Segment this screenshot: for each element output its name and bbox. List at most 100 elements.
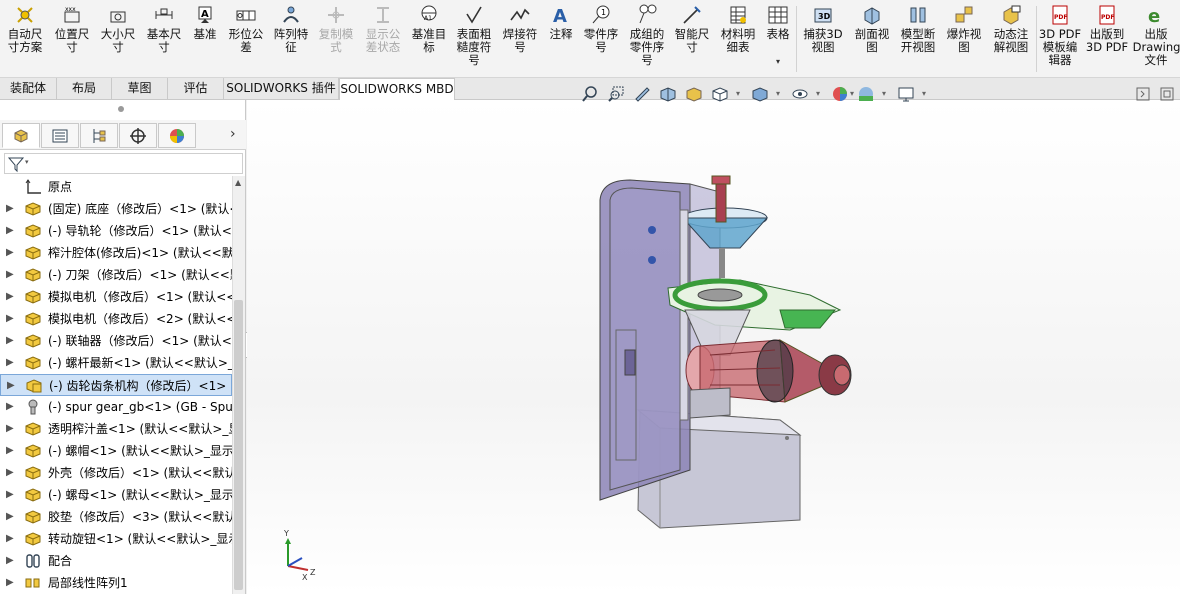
- restore-window-button[interactable]: [1134, 84, 1152, 104]
- tab-assembly[interactable]: 装配体: [0, 78, 57, 100]
- table-button[interactable]: 表格 ▾: [764, 4, 792, 68]
- bom-button[interactable]: 材料明 细表: [714, 4, 762, 54]
- expand-arrow-icon[interactable]: ▶: [6, 286, 16, 308]
- tree-item[interactable]: ▶ 胶垫（修改后）<3> (默认<<默认>_显示状态 1>): [0, 506, 232, 528]
- capture-3d-view-button[interactable]: 3D 捕获3D 视图: [800, 4, 846, 54]
- table-dropdown-icon[interactable]: ▾: [776, 55, 780, 68]
- dimxpert-manager-tab[interactable]: [119, 123, 157, 148]
- expand-arrow-icon[interactable]: ▶: [6, 572, 16, 594]
- expand-arrow-icon[interactable]: ▶: [6, 330, 16, 352]
- tree-item[interactable]: ▶ (-) 螺母<1> (默认<<默认>_显示状态 1>): [0, 484, 232, 506]
- auto-dimension-scheme-button[interactable]: 自动尺 寸方案: [2, 4, 48, 54]
- display-manager-tab[interactable]: [158, 123, 196, 148]
- scroll-up-icon[interactable]: ▲: [235, 178, 241, 187]
- tab-evaluate[interactable]: 评估: [168, 78, 224, 100]
- publish-3d-pdf-button[interactable]: PDF 出版到 3D PDF: [1084, 4, 1130, 54]
- apply-scene-button[interactable]: [856, 84, 876, 104]
- configuration-manager-tab[interactable]: [80, 123, 118, 148]
- tree-item[interactable]: ▶ (-) 刀架（修改后）<1> (默认<<默认>_显示状态 1>): [0, 264, 232, 286]
- surface-finish-button[interactable]: 表面粗 糙度符 号: [452, 4, 496, 67]
- expand-arrow-icon[interactable]: ▶: [6, 198, 16, 220]
- tree-item[interactable]: ▶ 转动旋钮<1> (默认<<默认>_显示状态 1>): [0, 528, 232, 550]
- hide-show-dropdown-icon[interactable]: ▾: [816, 89, 820, 98]
- tree-item[interactable]: ▶ 榨汁腔体(修改后)<1> (默认<<默认>_显示状态 1>): [0, 242, 232, 264]
- view-orientation-dropdown-icon[interactable]: ▾: [736, 89, 740, 98]
- tree-item[interactable]: ▶ 外壳（修改后）<1> (默认<<默认>_显示状态 1>): [0, 462, 232, 484]
- dynamic-annotation-view-button[interactable]: [684, 84, 704, 104]
- juicer-assembly-model[interactable]: [580, 170, 870, 540]
- apply-scene-dropdown-icon[interactable]: ▾: [882, 89, 886, 98]
- section-view-toolbar-button[interactable]: [658, 84, 678, 104]
- tree-item[interactable]: ▶ 模拟电机（修改后）<2> (默认<<默认>_显示状态 1>): [0, 308, 232, 330]
- view-settings-button[interactable]: [896, 84, 916, 104]
- dynamic-annotation-view-button[interactable]: 动态注 解视图: [988, 4, 1034, 54]
- tree-item[interactable]: ▶ (-) 联轴器（修改后）<1> (默认<<默认>_显示状态 1>): [0, 330, 232, 352]
- expand-arrow-icon[interactable]: ▶: [6, 308, 16, 330]
- geometric-tolerance-button[interactable]: 形位公 差: [224, 4, 268, 54]
- weld-symbol-button[interactable]: 焊接符 号: [498, 4, 542, 54]
- tree-filter[interactable]: ▾: [4, 153, 243, 174]
- tree-item-selected[interactable]: ▶ (-) 齿轮齿条机构（修改后）<1> (默认<<默认>_显示状态 1>): [0, 374, 232, 396]
- expand-arrow-icon[interactable]: ▶: [6, 550, 16, 572]
- edit-appearance-button[interactable]: [830, 84, 850, 104]
- previous-view-button[interactable]: [632, 84, 652, 104]
- datum-button[interactable]: A 基准: [188, 4, 222, 41]
- tab-solidworks-addins[interactable]: SOLIDWORKS 插件: [224, 78, 339, 100]
- expand-arrow-icon[interactable]: ▶: [6, 242, 16, 264]
- tree-item-origin[interactable]: 原点: [0, 176, 232, 198]
- section-view-button[interactable]: 剖面视 图: [850, 4, 894, 54]
- view-orientation-button[interactable]: [710, 84, 730, 104]
- maximize-window-button[interactable]: [1158, 84, 1176, 104]
- location-dimension-button[interactable]: xxx 位置尺 寸: [50, 4, 94, 54]
- stacked-balloon-button[interactable]: 成组的 零件序 号: [624, 4, 670, 67]
- expand-arrow-icon[interactable]: ▶: [6, 352, 16, 374]
- tree-item[interactable]: ▶ (-) spur gear_gb<1> (GB - Spur gear 1M…: [0, 396, 232, 418]
- datum-target-button[interactable]: A1 基准目 标: [408, 4, 450, 54]
- pdf-template-editor-button[interactable]: PDF 3D PDF 模板编 辑器: [1038, 4, 1082, 67]
- expand-arrow-icon[interactable]: ▶: [6, 528, 16, 550]
- feature-manager-tab[interactable]: [2, 123, 40, 148]
- note-button[interactable]: A 注释: [544, 4, 578, 41]
- tab-solidworks-mbd[interactable]: SOLIDWORKS MBD: [339, 78, 455, 101]
- expand-arrow-icon[interactable]: ▶: [6, 462, 16, 484]
- display-style-dropdown-icon[interactable]: ▾: [776, 89, 780, 98]
- edit-appearance-dropdown-icon[interactable]: ▾: [850, 89, 854, 98]
- hide-show-items-button[interactable]: [790, 84, 810, 104]
- tab-sketch[interactable]: 草图: [112, 78, 168, 100]
- tree-item[interactable]: ▶ (-) 螺帽<1> (默认<<默认>_显示状态 1>): [0, 440, 232, 462]
- expand-arrow-icon[interactable]: ▶: [6, 396, 16, 418]
- size-dimension-button[interactable]: 大小尺 寸: [96, 4, 140, 54]
- balloon-button[interactable]: 1 零件序 号: [580, 4, 622, 54]
- tree-item[interactable]: ▶ (-) 螺杆最新<1> (默认<<默认>_显示状态 1>): [0, 352, 232, 374]
- smart-dimension-button[interactable]: 智能尺 寸: [672, 4, 712, 54]
- publish-edrawings-button[interactable]: e 出版 eDrawings 文件: [1132, 4, 1180, 67]
- explode-view-button[interactable]: 爆炸视 图: [942, 4, 986, 54]
- view-settings-dropdown-icon[interactable]: ▾: [922, 89, 926, 98]
- property-manager-tab[interactable]: [41, 123, 79, 148]
- display-style-button[interactable]: [750, 84, 770, 104]
- tree-item-mates[interactable]: ▶ 配合: [0, 550, 232, 572]
- expand-arrow-icon[interactable]: ▶: [6, 264, 16, 286]
- model-break-view-button[interactable]: 模型断 开视图: [896, 4, 940, 54]
- tree-item[interactable]: ▶ 透明榨汁盖<1> (默认<<默认>_显示状态 1>): [0, 418, 232, 440]
- motor-coupling[interactable]: [689, 387, 731, 419]
- basic-dimension-button[interactable]: 基本尺 寸: [142, 4, 186, 54]
- expand-arrow-icon[interactable]: ▶: [6, 220, 16, 242]
- expand-arrow-icon[interactable]: ▶: [6, 418, 16, 440]
- copy-scheme-button[interactable]: 复制模 式: [314, 4, 358, 54]
- tab-layout[interactable]: 布局: [57, 78, 112, 100]
- tree-item[interactable]: ▶ 模拟电机（修改后）<1> (默认<<默认>_显示状态 1>): [0, 286, 232, 308]
- panel-grip-handle[interactable]: [118, 106, 124, 112]
- expand-arrow-icon[interactable]: ▶: [6, 506, 16, 528]
- pattern-feature-button[interactable]: 阵列特 征: [270, 4, 312, 54]
- tree-item[interactable]: ▶ (固定) 底座（修改后）<1> (默认<<默认>_显示状态 1>): [0, 198, 232, 220]
- expand-arrow-icon[interactable]: ▶: [7, 375, 17, 395]
- zoom-to-fit-button[interactable]: [580, 84, 600, 104]
- tree-item[interactable]: ▶ (-) 导轨轮（修改后）<1> (默认<<默认>_显示状态 1>): [0, 220, 232, 242]
- zoom-area-button[interactable]: [606, 84, 626, 104]
- tree-item-linear-pattern[interactable]: ▶ 局部线性阵列1: [0, 572, 232, 594]
- show-tolerance-status-button[interactable]: 显示公 差状态: [360, 4, 406, 54]
- tree-scrollbar-thumb[interactable]: [234, 300, 243, 590]
- expand-arrow-icon[interactable]: ▶: [6, 440, 16, 462]
- expand-arrow-icon[interactable]: ▶: [6, 484, 16, 506]
